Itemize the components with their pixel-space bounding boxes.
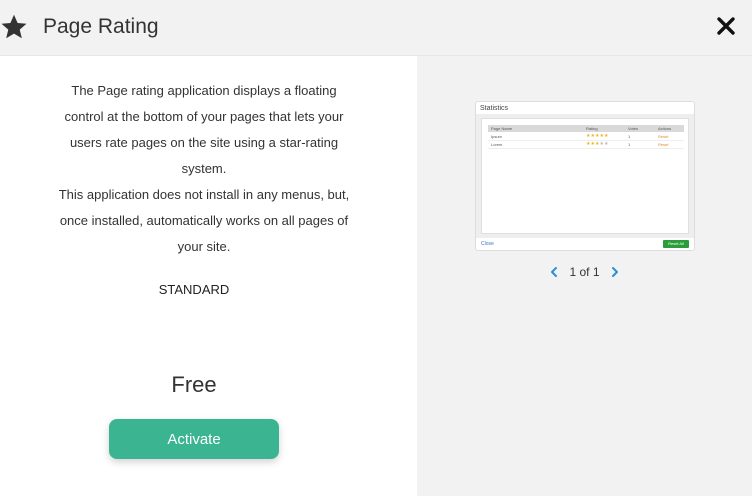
description-line: system. <box>181 161 227 176</box>
row-action: Reset <box>658 134 669 139</box>
description-line: This application does not install in any… <box>58 187 350 202</box>
page-indicator: 1 of 1 <box>569 264 600 279</box>
preview-panel: Statistics Page Name Rating Votes Action… <box>417 56 752 496</box>
description-line: your site. <box>177 239 231 254</box>
description-line: once installed, automatically works on a… <box>59 213 349 228</box>
preview-pager: 1 of 1 <box>417 264 752 279</box>
row-action: Reset <box>658 142 669 147</box>
column-header: Rating <box>586 126 598 131</box>
preview-screenshot[interactable]: Statistics Page Name Rating Votes Action… <box>475 101 695 251</box>
row-votes: 1 <box>628 142 631 147</box>
column-header: Page Name <box>491 126 513 131</box>
preview-table-header: Page Name Rating Votes Actions <box>488 125 684 132</box>
details-panel: The Page rating application displays a f… <box>0 56 417 496</box>
price-label: Free <box>171 372 217 397</box>
table-row: Ipsum ★★★★★ 1 Reset <box>488 133 684 141</box>
page-title: Page Rating <box>43 15 159 38</box>
row-name: Lorem <box>491 142 503 147</box>
row-votes: 1 <box>628 134 631 139</box>
preview-title: Statistics <box>480 105 509 112</box>
chevron-left-icon[interactable] <box>548 266 560 278</box>
description-line: The Page rating application displays a f… <box>71 83 337 98</box>
preview-close-link: Close <box>481 241 494 247</box>
chevron-right-icon[interactable] <box>609 266 621 278</box>
column-header: Actions <box>658 126 672 131</box>
column-header: Votes <box>628 126 639 131</box>
star-icon <box>1 14 27 39</box>
rating-stars: ★★★★★ <box>586 134 608 139</box>
description-line: users rate pages on the site using a sta… <box>69 135 339 150</box>
app-description: The Page rating application displays a f… <box>40 78 368 260</box>
preview-reset-button: Reset All <box>663 240 689 248</box>
close-icon[interactable] <box>716 16 736 36</box>
rating-star-icon: ★ <box>603 141 609 147</box>
table-row: Lorem ★★★★★ 1 Reset <box>488 141 684 149</box>
activate-button[interactable]: Activate <box>109 419 279 459</box>
preview-table-area: Page Name Rating Votes Actions Ipsum ★★★… <box>481 118 689 234</box>
rating-star-icon: ★ <box>603 133 609 139</box>
rating-stars: ★★★★★ <box>586 142 608 147</box>
description-line: control at the bottom of your pages that… <box>64 109 344 124</box>
row-name: Ipsum <box>491 134 502 139</box>
edition-label: STANDARD <box>158 282 230 297</box>
modal-header: Page Rating <box>0 0 752 56</box>
